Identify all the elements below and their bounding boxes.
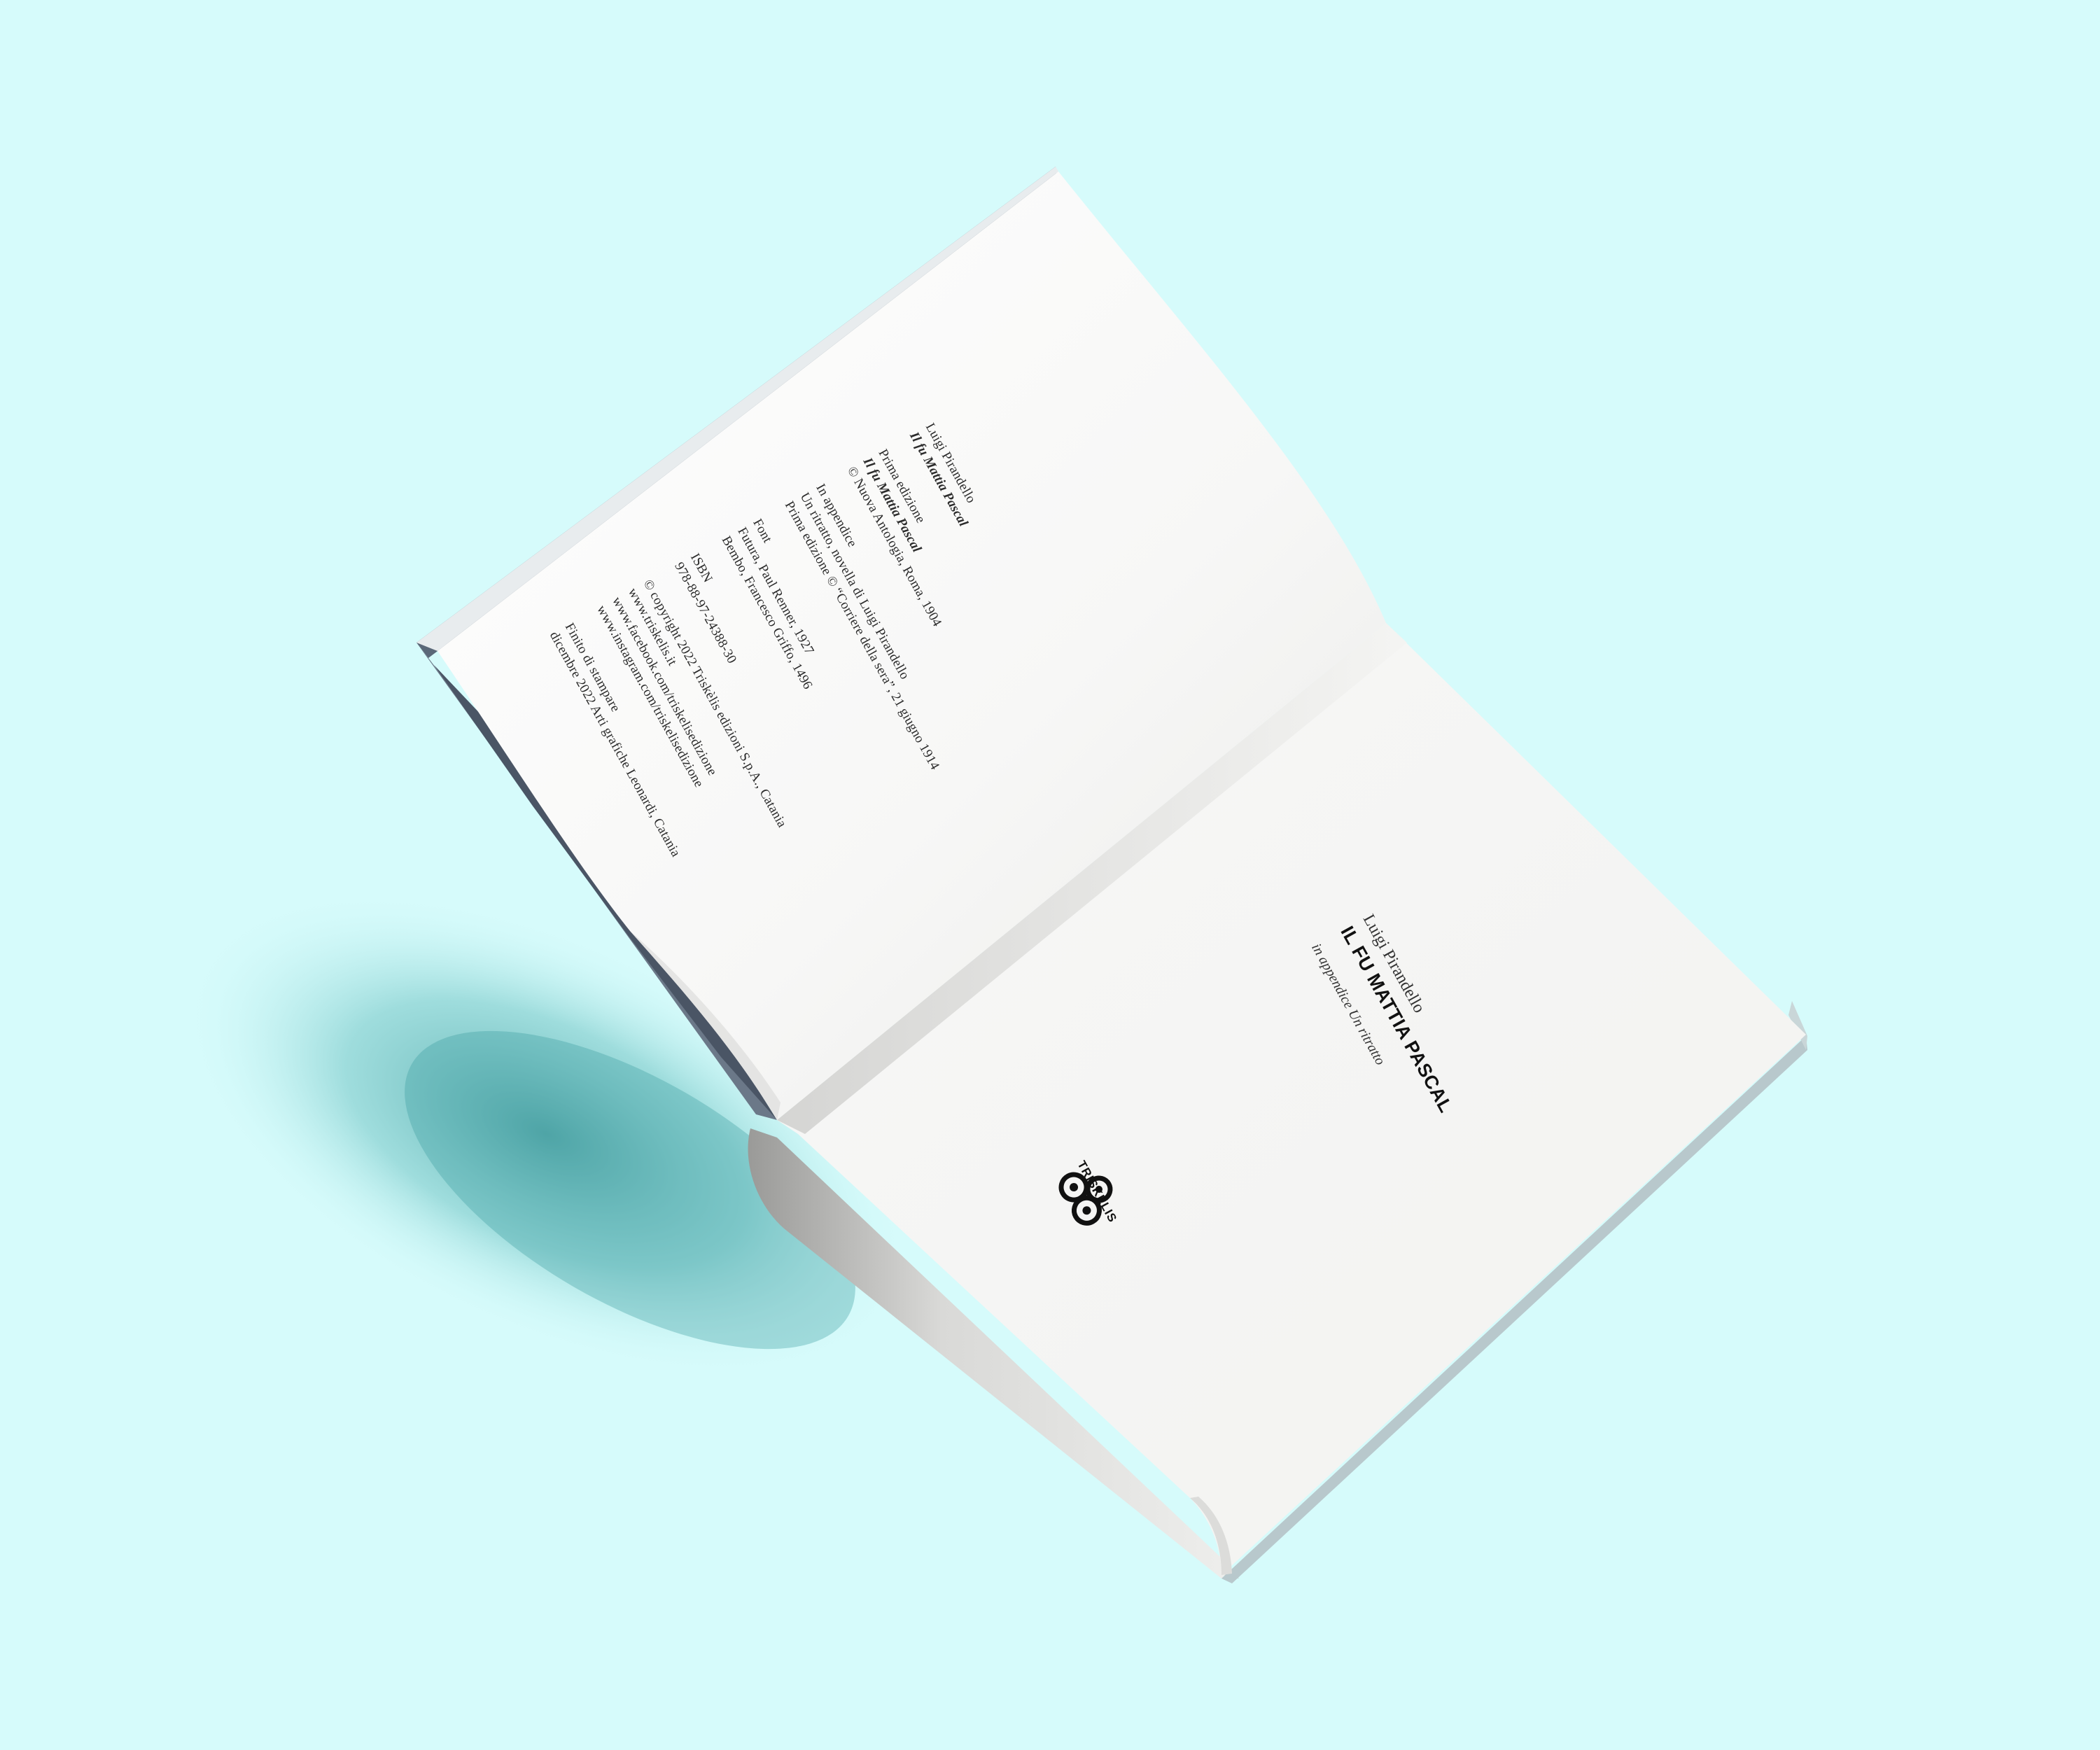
open-book <box>181 167 1807 1583</box>
scene: Luigi Pirandello Il fu Mattia Pascal Pri… <box>0 0 2100 1750</box>
